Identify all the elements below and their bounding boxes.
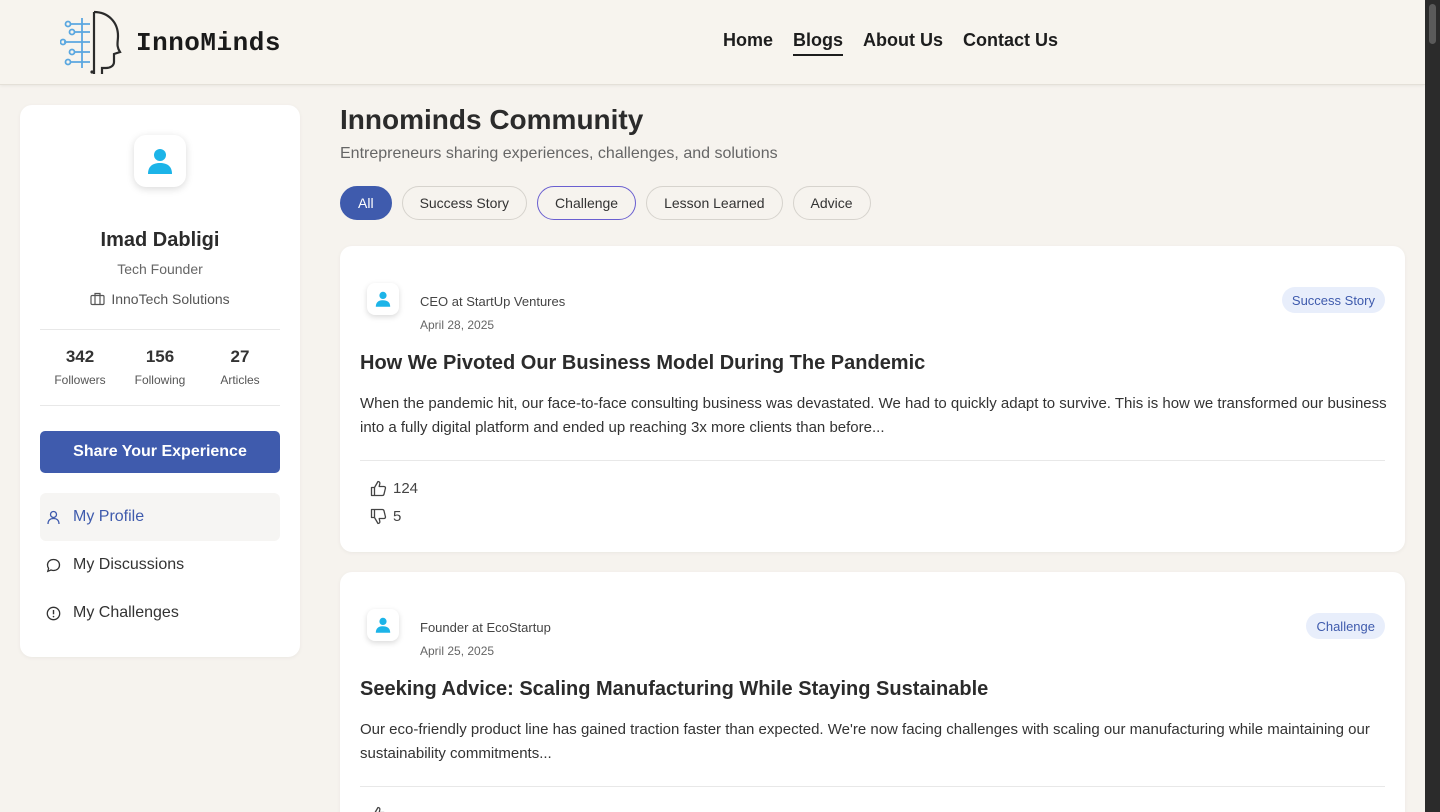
menu-item-my-challenges[interactable]: My Challenges [40, 589, 280, 637]
filter-success-story[interactable]: Success Story [401, 186, 528, 220]
divider [360, 786, 1385, 787]
avatar[interactable] [134, 135, 186, 187]
nav-home[interactable]: Home [723, 30, 773, 56]
share-experience-button[interactable]: Share Your Experience [40, 431, 280, 473]
logo[interactable]: InnoMinds [60, 10, 281, 76]
alert-circle-icon [46, 606, 61, 620]
stat-following[interactable]: 156 Following [120, 347, 200, 387]
post-excerpt: Our eco-friendly product line has gained… [360, 721, 1370, 762]
post-card[interactable]: Founder at EcoStartup April 25, 2025 Cha… [340, 572, 1405, 812]
menu-item-label: My Challenges [73, 604, 179, 621]
stat-value: 27 [230, 347, 250, 366]
nav-contact-us[interactable]: Contact Us [963, 30, 1058, 56]
chat-bubble-icon [46, 558, 61, 572]
post-card[interactable]: CEO at StartUp Ventures April 28, 2025 S… [340, 246, 1405, 552]
post-excerpt: When the pandemic hit, our face-to-face … [360, 395, 1387, 436]
post-author[interactable]: Founder at EcoStartup [420, 620, 551, 635]
thumbs-up-icon [374, 806, 385, 812]
stat-value: 156 [145, 347, 175, 366]
dislike-button[interactable]: 5 [370, 508, 401, 525]
divider [360, 460, 1385, 461]
site-header: InnoMinds Home Blogs About Us Contact Us [0, 0, 1425, 85]
profile-name: Imad Dabligi [100, 229, 220, 251]
filter-advice[interactable]: Advice [792, 186, 871, 220]
thumbs-up-icon [370, 480, 387, 497]
stat-label: Following [134, 373, 186, 387]
page-title: Innominds Community [340, 104, 644, 135]
page-scrollbar[interactable] [1425, 0, 1440, 812]
stat-articles[interactable]: 27 Articles [200, 347, 280, 387]
nav-blogs[interactable]: Blogs [793, 30, 844, 56]
thumbs-down-icon [370, 508, 387, 525]
post-title[interactable]: Seeking Advice: Scaling Manufacturing Wh… [360, 678, 988, 701]
avatar[interactable] [367, 283, 399, 315]
profile-sidebar: Imad Dabligi Tech Founder InnoTech Solut… [20, 105, 300, 657]
profile-company: InnoTech Solutions [20, 291, 300, 307]
company-name: InnoTech Solutions [111, 291, 230, 307]
filter-all[interactable]: All [340, 186, 392, 220]
post-category-tag[interactable]: Success Story [1281, 287, 1385, 313]
divider [40, 405, 280, 406]
brain-head-logo-icon [60, 10, 122, 74]
profile-stats: 342 Followers 156 Following 27 Articles [40, 347, 280, 387]
post-date: April 25, 2025 [420, 644, 495, 658]
filter-lesson-learned[interactable]: Lesson Learned [646, 186, 783, 220]
logo-text: InnoMinds [136, 28, 281, 58]
stat-followers[interactable]: 342 Followers [40, 347, 120, 387]
category-filters: All Success Story Challenge Lesson Learn… [340, 186, 871, 220]
briefcase-icon [90, 292, 105, 306]
post-date: April 28, 2025 [420, 318, 495, 332]
menu-item-my-profile[interactable]: My Profile [40, 493, 280, 541]
avatar[interactable] [367, 609, 399, 641]
post-category-tag[interactable]: Challenge [1306, 613, 1385, 639]
stat-label: Articles [220, 373, 260, 387]
filter-challenge[interactable]: Challenge [537, 186, 637, 220]
post-title[interactable]: How We Pivoted Our Business Model During… [360, 352, 925, 375]
like-button[interactable]: 124 [370, 480, 418, 497]
menu-item-label: My Profile [73, 508, 145, 525]
nav-about-us[interactable]: About Us [863, 30, 943, 56]
divider [40, 329, 280, 330]
user-avatar-icon [375, 291, 391, 307]
user-avatar-icon [148, 149, 172, 174]
user-avatar-icon [375, 617, 391, 633]
scrollbar-thumb[interactable] [1429, 4, 1436, 44]
like-count: 124 [393, 480, 419, 497]
menu-item-my-discussions[interactable]: My Discussions [40, 541, 280, 589]
stat-value: 342 [65, 347, 95, 366]
menu-item-label: My Discussions [73, 556, 185, 573]
page-subtitle: Entrepreneurs sharing experiences, chall… [340, 145, 778, 162]
dislike-count: 5 [393, 508, 402, 525]
profile-role: Tech Founder [117, 261, 203, 277]
profile-menu: My Profile My Discussions My Challenges [40, 493, 280, 637]
stat-label: Followers [54, 373, 106, 387]
post-author[interactable]: CEO at StartUp Ventures [420, 294, 565, 309]
user-icon [47, 510, 60, 524]
main-nav: Home Blogs About Us Contact Us [723, 30, 1058, 56]
like-button[interactable] [370, 806, 387, 812]
